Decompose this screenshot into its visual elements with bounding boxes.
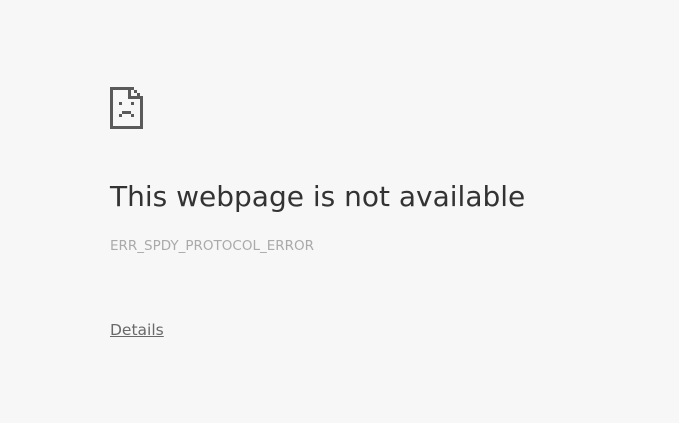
sad-page-icon	[110, 87, 143, 129]
page-title: This webpage is not available	[110, 180, 526, 213]
error-code: ERR_SPDY_PROTOCOL_ERROR	[110, 238, 315, 254]
error-page: This webpage is not available ERR_SPDY_P…	[0, 0, 679, 423]
details-link[interactable]: Details	[110, 320, 164, 340]
